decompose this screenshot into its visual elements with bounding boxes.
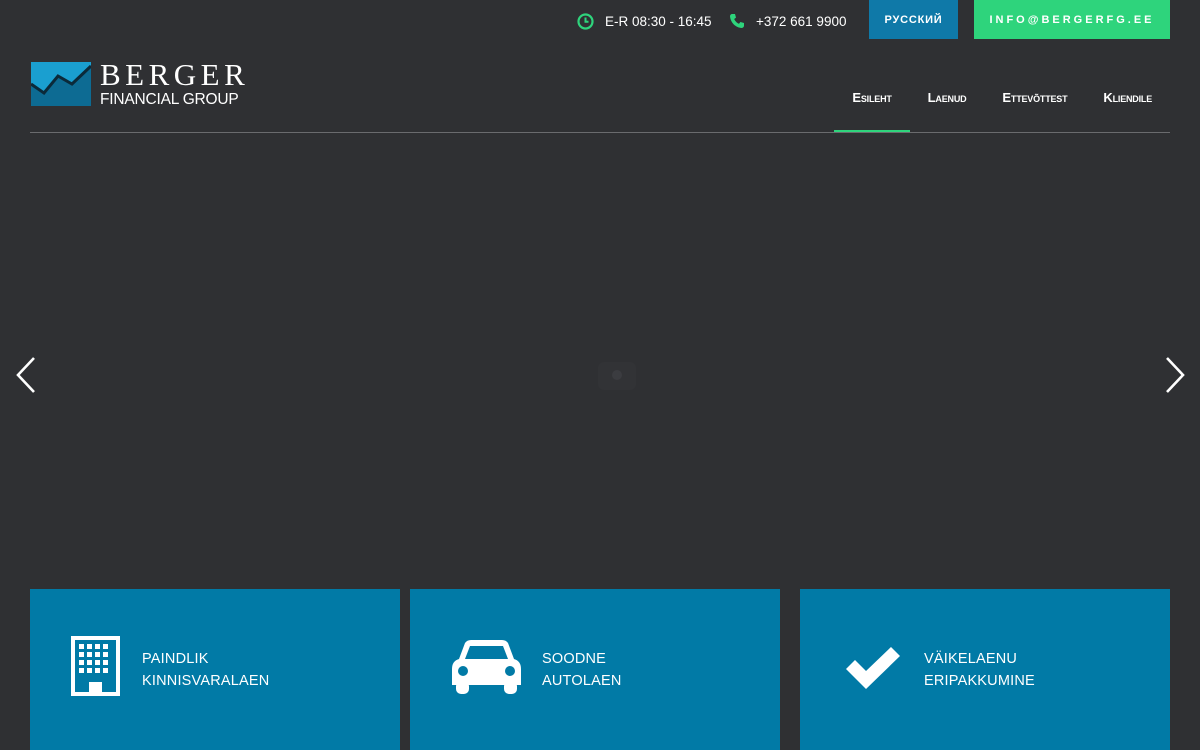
- tile-label: SOODNE AUTOLAEN: [542, 648, 622, 692]
- car-icon: [452, 640, 521, 694]
- top-bar: E-R 08:30 - 16:45 +372 661 9900 РУССКИЙ …: [0, 0, 1200, 40]
- email-button[interactable]: INFO@BERGERFG.EE: [974, 0, 1170, 39]
- tile-label: VÄIKELAENU ERIPAKKUMINE: [924, 648, 1035, 692]
- header-divider: [30, 132, 1170, 133]
- nav-item-laenud[interactable]: Laenud: [910, 61, 985, 133]
- phone-contact[interactable]: +372 661 9900: [729, 11, 846, 31]
- company-logo[interactable]: BERGER FINANCIAL GROUP: [31, 57, 250, 110]
- tile-label-line1: PAINDLIK: [142, 651, 209, 667]
- logo-mark-icon: [31, 62, 91, 106]
- slider-prev-button[interactable]: [14, 356, 38, 394]
- chevron-right-icon: [1166, 357, 1185, 393]
- building-icon: [71, 636, 120, 696]
- logo-name: BERGER: [100, 57, 250, 92]
- feature-tiles: PAINDLIK KINNISVARALAEN SOODNE AUTOLAEN …: [30, 589, 1170, 750]
- tile-car-loan[interactable]: SOODNE AUTOLAEN: [410, 589, 780, 750]
- nav-item-esileht[interactable]: Esileht: [834, 61, 910, 133]
- nav-item-ettevottest[interactable]: Ettevõttest: [984, 61, 1085, 133]
- language-switch-button[interactable]: РУССКИЙ: [869, 0, 958, 39]
- tile-small-loan-offer[interactable]: VÄIKELAENU ERIPAKKUMINE: [800, 589, 1170, 750]
- opening-hours: E-R 08:30 - 16:45: [577, 11, 712, 31]
- nav-item-kliendile[interactable]: Kliendile: [1085, 61, 1170, 133]
- logo-subtitle: FINANCIAL GROUP: [100, 91, 239, 108]
- tile-label-line2: ERIPAKKUMINE: [924, 673, 1035, 689]
- checkmark-icon: [846, 647, 900, 689]
- tile-label-line2: AUTOLAEN: [542, 673, 622, 689]
- tile-label-line1: SOODNE: [542, 651, 607, 667]
- main-nav: Esileht Laenud Ettevõttest Kliendile: [834, 61, 1170, 133]
- tile-real-estate-loan[interactable]: PAINDLIK KINNISVARALAEN: [30, 589, 400, 750]
- slider-next-button[interactable]: [1163, 356, 1187, 394]
- tile-label-line2: KINNISVARALAEN: [142, 673, 270, 689]
- phone-icon: [730, 14, 744, 28]
- slider-loader: [598, 362, 636, 390]
- phone-number[interactable]: +372 661 9900: [756, 14, 846, 29]
- tile-label: PAINDLIK KINNISVARALAEN: [142, 648, 269, 692]
- clock-icon: [577, 12, 594, 30]
- opening-hours-text: E-R 08:30 - 16:45: [605, 13, 712, 29]
- spinner-icon: [612, 370, 622, 380]
- chevron-left-icon: [16, 357, 35, 393]
- tile-label-line1: VÄIKELAENU: [924, 651, 1018, 667]
